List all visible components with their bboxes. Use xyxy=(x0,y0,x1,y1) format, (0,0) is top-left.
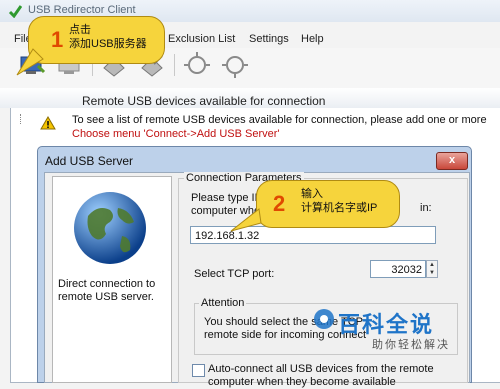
watermark-title: 百科全说 xyxy=(338,312,435,337)
globe-icon xyxy=(68,186,152,273)
spin-up-icon[interactable]: ▲ xyxy=(427,261,437,269)
menu-exclusion-list[interactable]: Exclusion List xyxy=(168,33,235,45)
connection-description: Direct connection to remote USB server. xyxy=(58,278,156,303)
port-input[interactable]: 32032 xyxy=(370,260,426,278)
ip-address-input[interactable]: 192.168.1.32 xyxy=(190,226,436,244)
spin-down-icon[interactable]: ▼ xyxy=(427,269,437,277)
callout-line2: 添加USB服务器 xyxy=(69,38,147,50)
tree-line xyxy=(20,114,22,124)
add-server-hint-link[interactable]: Choose menu 'Connect->Add USB Server' xyxy=(72,128,280,140)
menu-settings[interactable]: Settings xyxy=(249,33,289,45)
callout-line1: 输入 xyxy=(301,188,323,200)
callout-text: 输入 计算机名字或IP xyxy=(301,187,377,215)
autoconnect-line1: Auto-connect all USB devices from the re… xyxy=(208,363,434,375)
callout-step-1: 1 点击 添加USB服务器 xyxy=(16,16,165,76)
callout-number: 1 xyxy=(51,27,64,52)
app-logo-icon xyxy=(8,4,23,21)
watermark-logo-icon xyxy=(312,307,336,334)
autoconnect-label: Auto-connect all USB devices from the re… xyxy=(208,363,434,389)
watermark-subtitle: 助你轻松解决 xyxy=(372,339,450,351)
menu-help[interactable]: Help xyxy=(301,33,324,45)
port-label: Select TCP port: xyxy=(194,268,275,280)
toolbar-separator xyxy=(174,54,175,76)
autoconnect-checkbox[interactable] xyxy=(192,364,205,377)
callout-pointer xyxy=(16,48,44,76)
ip-prompt-tail: in: xyxy=(420,202,432,214)
attention-label: Attention xyxy=(199,297,247,309)
autoconnect-icon[interactable] xyxy=(182,50,212,80)
callout-text: 点击 添加USB服务器 xyxy=(69,23,147,51)
port-spinner[interactable]: ▲ ▼ xyxy=(426,260,438,278)
callout-number: 2 xyxy=(273,191,286,216)
info-text: To see a list of remote USB devices avai… xyxy=(72,114,487,126)
callout-line1: 点击 xyxy=(69,24,91,36)
refresh-icon[interactable] xyxy=(220,50,250,80)
close-button[interactable]: x xyxy=(436,152,468,170)
callout-line2: 计算机名字或IP xyxy=(301,202,378,214)
panel-header: Remote USB devices available for connect… xyxy=(82,94,326,108)
callout-pointer xyxy=(230,208,262,232)
warning-icon xyxy=(40,116,56,133)
callout-step-2: 2 输入 计算机名字或IP xyxy=(230,180,400,232)
dialog-title: Add USB Server xyxy=(45,154,134,168)
autoconnect-line2: computer when they become available xyxy=(208,376,396,388)
app-title: USB Redirector Client xyxy=(28,4,136,16)
